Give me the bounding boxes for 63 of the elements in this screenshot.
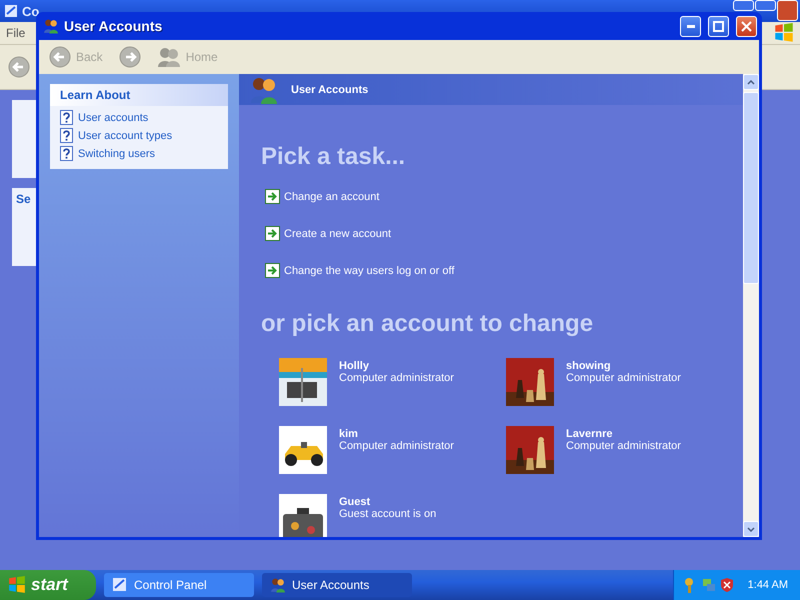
account-tile[interactable]: showing Computer administrator bbox=[506, 358, 733, 406]
minimize-button[interactable] bbox=[680, 16, 701, 36]
window-title: User Accounts bbox=[64, 18, 164, 34]
control-panel-icon bbox=[4, 4, 18, 18]
account-name: Guest bbox=[339, 496, 372, 508]
scrollbar[interactable] bbox=[743, 74, 759, 537]
maximize-icon bbox=[713, 20, 724, 32]
help-icon bbox=[60, 110, 73, 125]
minimize-button[interactable] bbox=[733, 0, 754, 11]
arrow-icon bbox=[265, 189, 280, 204]
help-icon bbox=[60, 146, 73, 161]
close-button[interactable] bbox=[777, 0, 798, 21]
account-name: Hollly bbox=[339, 360, 370, 372]
users-icon bbox=[270, 577, 286, 593]
menu-item[interactable]: File bbox=[6, 26, 26, 40]
taskbar-button[interactable]: User Accounts bbox=[262, 573, 412, 597]
task-link[interactable]: Change an account bbox=[265, 189, 380, 204]
account-type: Guest account is on bbox=[339, 508, 436, 520]
panel-title: Learn About bbox=[50, 84, 228, 106]
maximize-button[interactable] bbox=[708, 16, 729, 36]
section-heading: Pick a task... bbox=[261, 143, 406, 171]
minimize-icon bbox=[686, 24, 694, 28]
windows-flag-icon bbox=[774, 23, 794, 43]
account-tile[interactable]: Guest Guest account is on bbox=[279, 494, 506, 537]
arrow-icon bbox=[265, 226, 280, 241]
arrow-icon bbox=[265, 263, 280, 278]
window-title: Co bbox=[22, 4, 40, 18]
help-link[interactable]: Switching users bbox=[60, 146, 218, 161]
account-tile[interactable]: kim Computer administrator bbox=[279, 426, 506, 474]
close-icon bbox=[741, 20, 752, 32]
task-link[interactable]: Change the way users log on or off bbox=[265, 263, 454, 278]
restore-button[interactable] bbox=[755, 0, 776, 11]
header-title: User Accounts bbox=[291, 84, 368, 96]
users-icon bbox=[43, 18, 59, 34]
control-panel-icon bbox=[112, 577, 128, 593]
account-type: Computer administrator bbox=[566, 440, 681, 452]
account-type: Computer administrator bbox=[339, 440, 454, 452]
help-link[interactable]: User accounts bbox=[60, 110, 218, 125]
close-button[interactable] bbox=[736, 16, 757, 36]
account-name: showing bbox=[566, 360, 612, 372]
account-type: Computer administrator bbox=[339, 372, 454, 384]
task-link[interactable]: Create a new account bbox=[265, 226, 392, 241]
scroll-up-button[interactable] bbox=[743, 74, 759, 90]
start-button[interactable]: start bbox=[0, 570, 96, 600]
windows-flag-icon bbox=[8, 576, 26, 594]
account-tile[interactable]: Hollly Computer administrator bbox=[279, 358, 506, 406]
account-name: Lavernre bbox=[566, 428, 614, 440]
users-icon bbox=[156, 47, 181, 67]
network-icon bbox=[702, 577, 716, 593]
account-type: Computer administrator bbox=[566, 372, 681, 384]
section-heading: or pick an account to change bbox=[261, 310, 594, 338]
help-icon bbox=[60, 128, 73, 143]
account-name: kim bbox=[339, 428, 359, 440]
help-link[interactable]: User account types bbox=[60, 128, 218, 143]
scroll-thumb[interactable] bbox=[743, 92, 759, 284]
scroll-down-button[interactable] bbox=[743, 521, 759, 537]
down-caret-icon bbox=[747, 526, 755, 532]
up-caret-icon bbox=[747, 80, 755, 84]
clock: 1:44 AM bbox=[748, 579, 788, 591]
section-title: Se bbox=[16, 192, 32, 206]
account-tile[interactable]: Lavernre Computer administrator bbox=[506, 426, 733, 474]
shield-icon bbox=[720, 577, 734, 593]
taskbar-button[interactable]: Control Panel bbox=[104, 573, 254, 597]
